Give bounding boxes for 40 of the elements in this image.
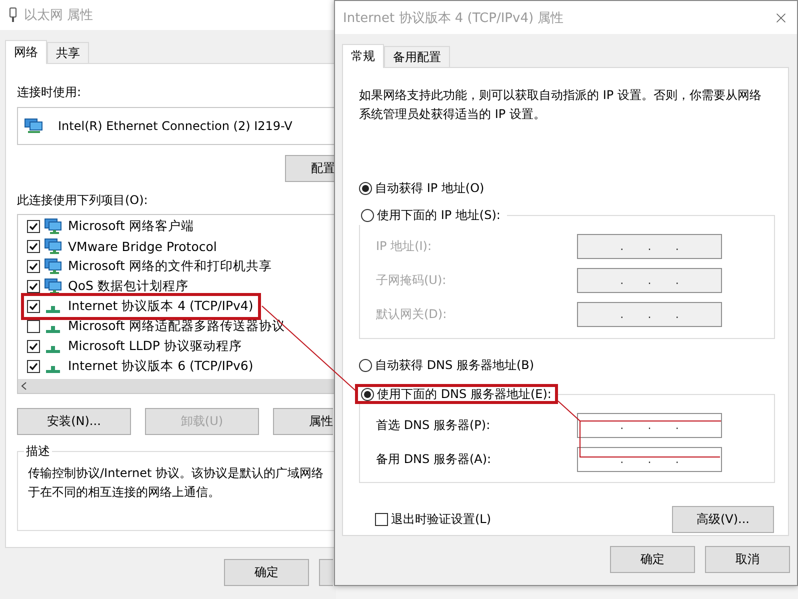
ok-button[interactable]: 确定: [610, 546, 695, 573]
tab[interactable]: 备用配置: [384, 46, 450, 67]
ok-button[interactable]: 确定: [224, 559, 309, 586]
window-title: Internet 协议版本 4 (TCP/IPv4) 属性: [343, 10, 565, 26]
list-item[interactable]: VMware Bridge Protocol: [66, 238, 219, 254]
cancel-button[interactable]: 取消: [705, 546, 790, 573]
action-button[interactable]: 属性: [273, 408, 333, 435]
ip-address-field[interactable]: . . .: [577, 413, 722, 438]
radio-label[interactable]: 自动获得 IP 地址(O): [375, 180, 484, 196]
radio-label[interactable]: 使用下面的 IP 地址(S):: [377, 206, 500, 224]
section-label: 连接时使用:: [17, 84, 82, 101]
ip-address-field[interactable]: . . .: [577, 447, 722, 472]
field-label: 首选 DNS 服务器(P):: [376, 417, 490, 434]
list-item[interactable]: Microsoft 网络的文件和打印机共享: [66, 256, 274, 276]
field-label: 默认网关(D):: [376, 306, 447, 323]
section-label: 此连接使用下列项目(O):: [17, 192, 149, 209]
tab[interactable]: 网络: [5, 40, 47, 64]
list-item[interactable]: Internet 协议版本 6 (TCP/IPv6): [66, 356, 256, 376]
list-item[interactable]: Internet 协议版本 4 (TCP/IPv4): [66, 296, 256, 316]
radio-label[interactable]: 使用下面的 DNS 服务器地址(E):: [377, 386, 552, 402]
tab[interactable]: 常规: [342, 44, 384, 68]
radio-label[interactable]: 自动获得 DNS 服务器地址(B): [375, 356, 534, 374]
group-title: 描述: [24, 443, 52, 460]
checkbox-label[interactable]: 退出时验证设置(L): [391, 511, 492, 528]
description-text: 于在不同的相互连接的网络上通信。: [28, 484, 221, 501]
intro-text: 如果网络支持此功能，则可以获取自动指派的 IP 设置。否则，你需要从网络系统管理员处获得适当的 IP 设置。: [359, 87, 762, 123]
tab[interactable]: 共享: [47, 42, 89, 63]
list-item[interactable]: Microsoft 网络客户端: [66, 216, 196, 236]
description-text: 传输控制协议/Internet 协议。该协议是默认的广域网络: [28, 465, 325, 482]
list-item[interactable]: Microsoft LLDP 协议驱动程序: [66, 336, 244, 356]
list-item[interactable]: QoS 数据包计划程序: [66, 276, 190, 296]
configure-button[interactable]: 配置: [285, 155, 335, 182]
action-button[interactable]: 安装(N)...: [17, 408, 131, 435]
advanced-button[interactable]: 高级(V)...: [672, 506, 774, 533]
adapter-name: Intel(R) Ethernet Connection (2) I219-V: [58, 119, 292, 133]
field-label: IP 地址(I):: [376, 238, 432, 255]
window-title: 以太网 属性: [24, 7, 94, 24]
list-item[interactable]: Microsoft 网络适配器多路传送器协议: [66, 316, 287, 336]
field-label: 备用 DNS 服务器(A):: [376, 451, 492, 468]
field-label: 子网掩码(U):: [376, 272, 446, 289]
